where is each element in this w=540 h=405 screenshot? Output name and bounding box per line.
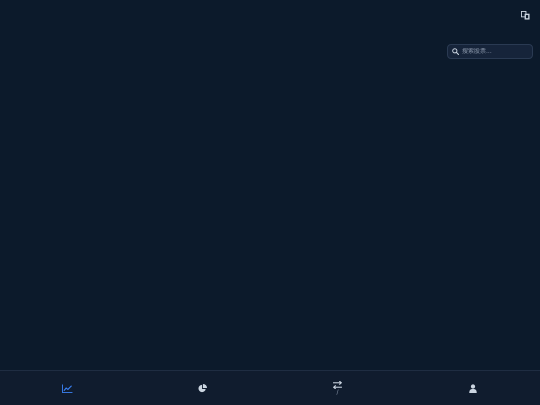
user-icon [468, 383, 477, 393]
nav-item-profile[interactable] [405, 371, 540, 405]
translate-icon [520, 10, 530, 20]
nav-item-portfolio[interactable] [135, 371, 270, 405]
exchange-icon [333, 380, 342, 389]
search-input[interactable] [462, 48, 528, 55]
bottom-nav: / [0, 370, 540, 405]
line-chart-icon [62, 383, 73, 393]
nav-item-market[interactable] [0, 371, 135, 405]
search-box[interactable] [447, 44, 533, 59]
search-icon [452, 48, 459, 55]
nav-item-trade[interactable]: / [270, 371, 405, 405]
language-toggle-button[interactable] [518, 8, 532, 22]
pie-chart-icon [198, 383, 207, 392]
nav-item-trade-label: / [336, 388, 339, 396]
